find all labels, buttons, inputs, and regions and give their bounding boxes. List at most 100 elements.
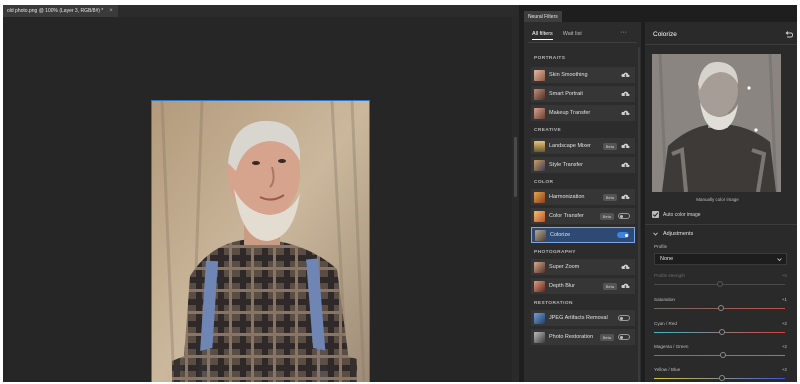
skin-smoothing-thumbnail [534,69,545,81]
close-icon[interactable]: × [109,8,113,14]
more-icon[interactable]: ··· [620,29,627,36]
slider-knob[interactable] [716,281,723,287]
neural-filters-panel-tab[interactable]: Neural Filters [524,11,562,22]
slider-knob[interactable] [717,305,724,311]
filter-label: Color Transfer [549,213,584,219]
cloud-download-icon[interactable] [621,110,630,116]
divider [645,44,797,45]
colorize-toggle[interactable] [617,232,629,238]
reset-icon[interactable] [785,30,793,38]
filter-row-style-transfer[interactable]: Style Transfer [531,157,635,173]
filter-row-color-transfer[interactable]: Color Transfer Beta [531,208,635,224]
auto-color-checkbox[interactable] [652,211,659,218]
divider [528,42,637,43]
filter-label: Smart Portrait [549,91,583,97]
portrait-image [152,101,369,382]
smart-portrait-thumbnail [534,88,545,100]
filter-row-makeup-transfer[interactable]: Makeup Transfer [531,105,635,121]
filter-row-skin-smoothing[interactable]: Skin Smoothing [531,67,635,83]
filter-list-scrollbar[interactable] [638,47,640,382]
category-creative: CREATIVE [534,128,562,133]
photo-restoration-toggle[interactable] [618,334,630,340]
jpeg-artifacts-toggle[interactable] [618,315,630,321]
filter-row-smart-portrait[interactable]: Smart Portrait [531,86,635,102]
profile-select-value: None [660,256,674,262]
beta-badge: Beta [599,333,614,341]
toggle-knob [620,335,623,339]
landscape-mixer-thumbnail [534,140,545,152]
yellow-blue-label: Yellow / Blue [654,367,681,372]
toggle-knob [620,316,623,320]
harmonization-thumbnail [534,191,545,203]
profile-select[interactable]: None [654,253,787,265]
filter-label: Super Zoom [549,264,580,270]
filter-label: Landscape Mixer [549,143,591,149]
category-restoration: RESTORATION [534,301,573,306]
category-portraits: PORTRAITS [534,56,566,61]
filter-label: JPEG Artifacts Removal [549,315,608,321]
category-color: COLOR [534,180,554,185]
profile-strength-value: +0 [781,273,787,278]
cloud-download-icon[interactable] [621,283,630,289]
cloud-download-icon[interactable] [621,91,630,97]
profile-strength-label: Profile strength [654,273,685,278]
canvas-scroll-thumb[interactable] [514,137,517,197]
divider [645,224,797,225]
filter-row-super-zoom[interactable]: Super Zoom [531,259,635,275]
magenta-green-value: +2 [781,344,787,349]
neural-filters-panel-tab-label: Neural Filters [528,13,558,20]
saturation-label: Saturation [654,297,675,302]
filter-row-jpeg-artifacts-removal[interactable]: JPEG Artifacts Removal [531,310,635,326]
colorize-preview[interactable] [652,54,781,192]
cloud-download-icon[interactable] [621,143,630,149]
canvas-scrollbar[interactable] [512,17,519,382]
preview-caption: Manually color image [696,197,739,202]
saturation-value: +1 [781,297,787,302]
filter-row-depth-blur[interactable]: Depth Blur Beta [531,278,635,294]
tab-all-filters[interactable]: All filters [532,31,553,40]
canvas-area[interactable] [3,17,519,382]
yellow-blue-value: +2 [781,367,787,372]
yellow-blue-slider[interactable] [654,373,785,382]
magenta-green-slider[interactable] [654,350,785,360]
beta-badge: Beta [599,212,614,220]
chevron-down-icon [653,232,658,236]
slider-knob[interactable] [719,375,725,381]
document-tab[interactable]: old photo.png @ 100% (Layer 3, RGB/8#) *… [3,5,118,17]
filter-label: Colorize [550,232,571,238]
cloud-download-icon[interactable] [621,162,630,168]
beta-badge: Beta [602,282,617,290]
colorize-thumbnail [535,229,546,241]
adjustments-label: Adjustments [663,231,694,237]
checkmark-icon [652,212,659,217]
photo-restoration-thumbnail [534,331,545,343]
saturation-slider[interactable] [654,303,785,313]
cloud-download-icon[interactable] [621,72,630,78]
colorize-settings-panel: Colorize Manually color image Auto color… [645,22,797,382]
color-transfer-toggle[interactable] [618,213,630,219]
filter-row-harmonization[interactable]: Harmonization Beta [531,189,635,205]
document-tab-bar: old photo.png @ 100% (Layer 3, RGB/8#) *… [3,5,519,17]
filter-row-colorize[interactable]: Colorize [531,227,635,243]
cloud-download-icon[interactable] [621,194,630,200]
preview-image [652,54,781,192]
makeup-transfer-thumbnail [534,107,545,119]
profile-strength-slider[interactable] [654,279,785,289]
slider-knob[interactable] [719,329,725,335]
tab-wait-list[interactable]: Wait list [563,31,582,40]
filter-row-landscape-mixer[interactable]: Landscape Mixer Beta [531,138,635,154]
toggle-knob [624,233,628,237]
document-tab-title: old photo.png @ 100% (Layer 3, RGB/8#) * [7,8,104,14]
filter-label: Harmonization [549,194,585,200]
filter-label: Makeup Transfer [549,110,591,116]
filter-row-photo-restoration[interactable]: Photo Restoration Beta [531,329,635,345]
adjustments-header[interactable]: Adjustments [653,231,693,237]
style-transfer-thumbnail [534,159,545,171]
cloud-download-icon[interactable] [621,264,630,270]
document-photo[interactable] [151,100,370,382]
slider-knob[interactable] [720,352,727,358]
filter-label: Photo Restoration [549,334,594,340]
cyan-red-slider[interactable] [654,327,785,337]
beta-badge: Beta [602,142,617,150]
auto-color-label: Auto color image [663,212,701,218]
